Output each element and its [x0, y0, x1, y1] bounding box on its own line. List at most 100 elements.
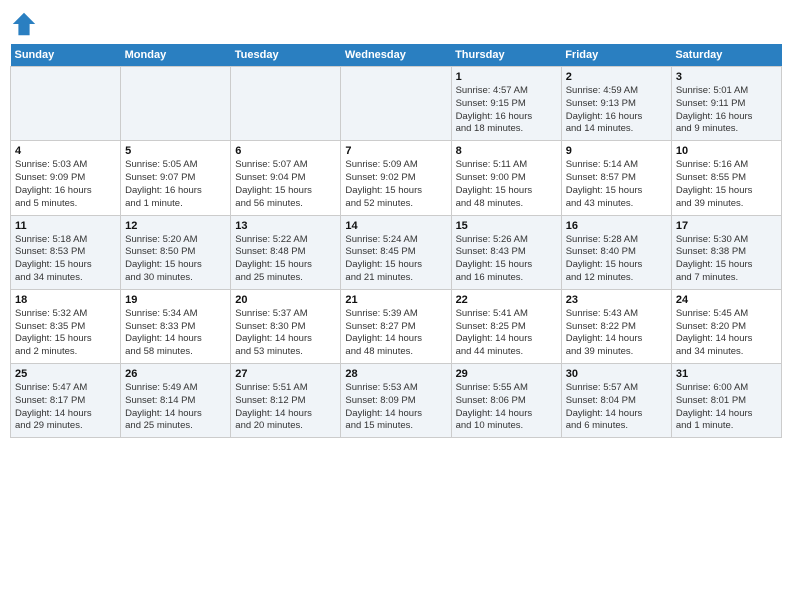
weekday-header-sunday: Sunday: [11, 44, 121, 67]
calendar-cell: 13 Sunrise: 5:22 AM Sunset: 8:48 PM Dayli…: [231, 215, 341, 289]
calendar-cell: 10 Sunrise: 5:16 AM Sunset: 8:55 PM Dayli…: [671, 141, 781, 215]
day-number: 9: [566, 145, 667, 157]
calendar-cell: 18 Sunrise: 5:32 AM Sunset: 8:35 PM Dayli…: [11, 289, 121, 363]
calendar-table: SundayMondayTuesdayWednesdayThursdayFrid…: [10, 44, 782, 438]
calendar-cell: 5 Sunrise: 5:05 AM Sunset: 9:07 PM Daylig…: [121, 141, 231, 215]
calendar-cell: 6 Sunrise: 5:07 AM Sunset: 9:04 PM Daylig…: [231, 141, 341, 215]
calendar-week-row: 11 Sunrise: 5:18 AM Sunset: 8:53 PM Dayli…: [11, 215, 782, 289]
day-info: Sunrise: 5:53 AM Sunset: 8:09 PM Dayligh…: [345, 382, 446, 433]
day-number: 1: [456, 71, 557, 83]
logo: [10, 10, 42, 38]
calendar-cell: 21 Sunrise: 5:39 AM Sunset: 8:27 PM Dayli…: [341, 289, 451, 363]
day-number: 23: [566, 294, 667, 306]
page-header: [10, 10, 782, 38]
calendar-cell: 25 Sunrise: 5:47 AM Sunset: 8:17 PM Dayli…: [11, 364, 121, 438]
day-info: Sunrise: 5:39 AM Sunset: 8:27 PM Dayligh…: [345, 308, 446, 359]
day-info: Sunrise: 5:20 AM Sunset: 8:50 PM Dayligh…: [125, 234, 226, 285]
day-number: 21: [345, 294, 446, 306]
day-number: 17: [676, 220, 777, 232]
calendar-cell: [121, 67, 231, 141]
calendar-week-row: 18 Sunrise: 5:32 AM Sunset: 8:35 PM Dayli…: [11, 289, 782, 363]
day-number: 14: [345, 220, 446, 232]
day-number: 4: [15, 145, 116, 157]
day-info: Sunrise: 5:07 AM Sunset: 9:04 PM Dayligh…: [235, 159, 336, 210]
day-info: Sunrise: 5:24 AM Sunset: 8:45 PM Dayligh…: [345, 234, 446, 285]
day-info: Sunrise: 4:57 AM Sunset: 9:15 PM Dayligh…: [456, 85, 557, 136]
day-info: Sunrise: 5:34 AM Sunset: 8:33 PM Dayligh…: [125, 308, 226, 359]
day-info: Sunrise: 5:51 AM Sunset: 8:12 PM Dayligh…: [235, 382, 336, 433]
calendar-cell: 27Sunrise: 5:51 AM Sunset: 8:12 PM Dayli…: [231, 364, 341, 438]
day-number: 16: [566, 220, 667, 232]
day-info: Sunrise: 5:47 AM Sunset: 8:17 PM Dayligh…: [15, 382, 116, 433]
calendar-cell: 3Sunrise: 5:01 AM Sunset: 9:11 PM Daylig…: [671, 67, 781, 141]
day-number: 12: [125, 220, 226, 232]
day-number: 20: [235, 294, 336, 306]
calendar-cell: [11, 67, 121, 141]
day-number: 7: [345, 145, 446, 157]
day-info: Sunrise: 5:41 AM Sunset: 8:25 PM Dayligh…: [456, 308, 557, 359]
calendar-cell: 4Sunrise: 5:03 AM Sunset: 9:09 PM Daylig…: [11, 141, 121, 215]
day-info: Sunrise: 5:43 AM Sunset: 8:22 PM Dayligh…: [566, 308, 667, 359]
day-info: Sunrise: 5:14 AM Sunset: 8:57 PM Dayligh…: [566, 159, 667, 210]
day-number: 6: [235, 145, 336, 157]
calendar-week-row: 4Sunrise: 5:03 AM Sunset: 9:09 PM Daylig…: [11, 141, 782, 215]
day-info: Sunrise: 5:18 AM Sunset: 8:53 PM Dayligh…: [15, 234, 116, 285]
day-info: Sunrise: 5:49 AM Sunset: 8:14 PM Dayligh…: [125, 382, 226, 433]
calendar-week-row: 25 Sunrise: 5:47 AM Sunset: 8:17 PM Dayli…: [11, 364, 782, 438]
day-number: 18: [15, 294, 116, 306]
calendar-header-row: SundayMondayTuesdayWednesdayThursdayFrid…: [11, 44, 782, 67]
calendar-cell: 30 Sunrise: 5:57 AM Sunset: 8:04 PM Dayli…: [561, 364, 671, 438]
calendar-cell: 24 Sunrise: 5:45 AM Sunset: 8:20 PM Dayli…: [671, 289, 781, 363]
day-number: 31: [676, 368, 777, 380]
day-number: 10: [676, 145, 777, 157]
day-info: Sunrise: 5:55 AM Sunset: 8:06 PM Dayligh…: [456, 382, 557, 433]
day-info: Sunrise: 5:37 AM Sunset: 8:30 PM Dayligh…: [235, 308, 336, 359]
day-info: Sunrise: 5:30 AM Sunset: 8:38 PM Dayligh…: [676, 234, 777, 285]
calendar-cell: 15Sunrise: 5:26 AM Sunset: 8:43 PM Dayli…: [451, 215, 561, 289]
calendar-week-row: 1 Sunrise: 4:57 AM Sunset: 9:15 PM Daylig…: [11, 67, 782, 141]
calendar-cell: 26 Sunrise: 5:49 AM Sunset: 8:14 PM Dayli…: [121, 364, 231, 438]
logo-icon: [10, 10, 38, 38]
calendar-cell: 7 Sunrise: 5:09 AM Sunset: 9:02 PM Daylig…: [341, 141, 451, 215]
calendar-cell: 9 Sunrise: 5:14 AM Sunset: 8:57 PM Daylig…: [561, 141, 671, 215]
calendar-cell: 14 Sunrise: 5:24 AM Sunset: 8:45 PM Dayli…: [341, 215, 451, 289]
day-info: Sunrise: 5:05 AM Sunset: 9:07 PM Dayligh…: [125, 159, 226, 210]
calendar-cell: 16Sunrise: 5:28 AM Sunset: 8:40 PM Dayli…: [561, 215, 671, 289]
day-number: 25: [15, 368, 116, 380]
day-number: 24: [676, 294, 777, 306]
day-info: Sunrise: 5:45 AM Sunset: 8:20 PM Dayligh…: [676, 308, 777, 359]
calendar-cell: 1 Sunrise: 4:57 AM Sunset: 9:15 PM Daylig…: [451, 67, 561, 141]
weekday-header-friday: Friday: [561, 44, 671, 67]
calendar-cell: 22 Sunrise: 5:41 AM Sunset: 8:25 PM Dayli…: [451, 289, 561, 363]
day-number: 22: [456, 294, 557, 306]
day-number: 2: [566, 71, 667, 83]
day-number: 13: [235, 220, 336, 232]
day-info: Sunrise: 5:09 AM Sunset: 9:02 PM Dayligh…: [345, 159, 446, 210]
day-number: 19: [125, 294, 226, 306]
day-info: Sunrise: 5:16 AM Sunset: 8:55 PM Dayligh…: [676, 159, 777, 210]
day-number: 26: [125, 368, 226, 380]
day-info: Sunrise: 4:59 AM Sunset: 9:13 PM Dayligh…: [566, 85, 667, 136]
calendar-cell: 19 Sunrise: 5:34 AM Sunset: 8:33 PM Dayli…: [121, 289, 231, 363]
day-number: 29: [456, 368, 557, 380]
day-info: Sunrise: 5:57 AM Sunset: 8:04 PM Dayligh…: [566, 382, 667, 433]
day-info: Sunrise: 5:26 AM Sunset: 8:43 PM Dayligh…: [456, 234, 557, 285]
calendar-cell: 11 Sunrise: 5:18 AM Sunset: 8:53 PM Dayli…: [11, 215, 121, 289]
calendar-cell: 31 Sunrise: 6:00 AM Sunset: 8:01 PM Dayli…: [671, 364, 781, 438]
day-number: 28: [345, 368, 446, 380]
calendar-cell: 2 Sunrise: 4:59 AM Sunset: 9:13 PM Daylig…: [561, 67, 671, 141]
day-number: 5: [125, 145, 226, 157]
weekday-header-tuesday: Tuesday: [231, 44, 341, 67]
calendar-cell: 8 Sunrise: 5:11 AM Sunset: 9:00 PM Daylig…: [451, 141, 561, 215]
day-info: Sunrise: 6:00 AM Sunset: 8:01 PM Dayligh…: [676, 382, 777, 433]
weekday-header-thursday: Thursday: [451, 44, 561, 67]
day-info: Sunrise: 5:32 AM Sunset: 8:35 PM Dayligh…: [15, 308, 116, 359]
day-info: Sunrise: 5:11 AM Sunset: 9:00 PM Dayligh…: [456, 159, 557, 210]
calendar-cell: [231, 67, 341, 141]
day-number: 30: [566, 368, 667, 380]
day-number: 11: [15, 220, 116, 232]
calendar-cell: 28 Sunrise: 5:53 AM Sunset: 8:09 PM Dayli…: [341, 364, 451, 438]
day-number: 8: [456, 145, 557, 157]
day-info: Sunrise: 5:22 AM Sunset: 8:48 PM Dayligh…: [235, 234, 336, 285]
weekday-header-wednesday: Wednesday: [341, 44, 451, 67]
